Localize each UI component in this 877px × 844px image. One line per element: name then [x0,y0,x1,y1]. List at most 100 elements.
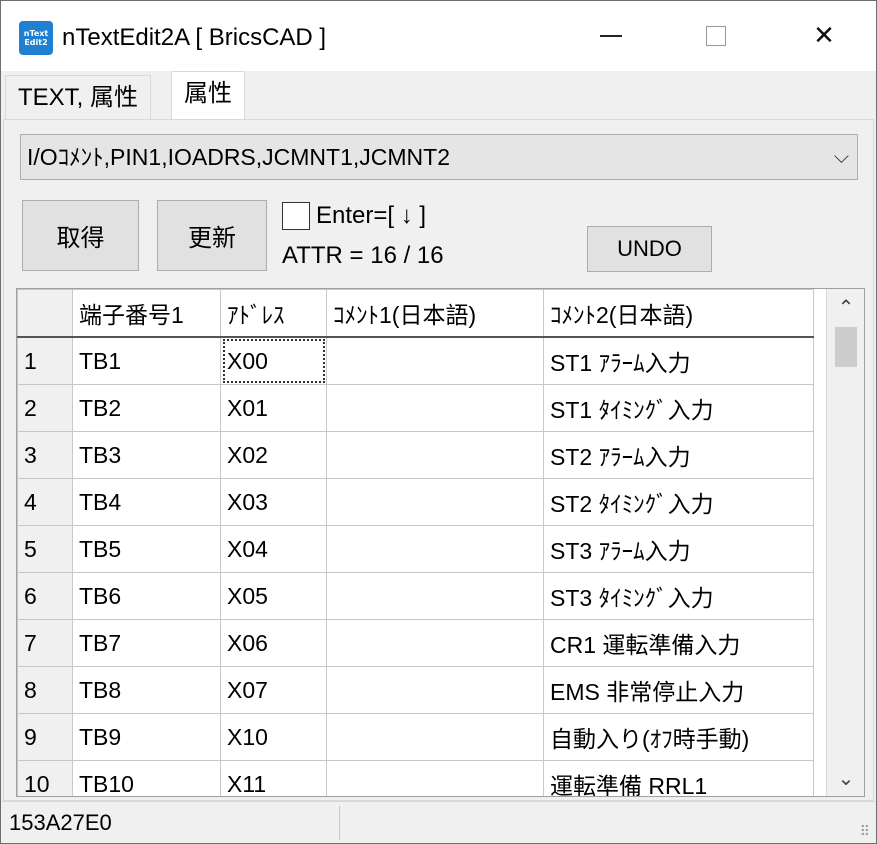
col-header-pin[interactable]: 端子番号1 [72,289,221,338]
grid-scrollbar[interactable]: ⌃ ⌄ [826,289,864,796]
comment1-cell[interactable] [326,572,544,620]
attributes-panel: I/Oｺﾒﾝﾄ,PIN1,IOADRS,JCMNT1,JCMNT2 ⌵ 取得 更… [3,119,874,801]
undo-button[interactable]: UNDO [587,226,712,272]
address-cell[interactable]: X02 [220,431,327,479]
close-button[interactable]: ✕ [774,1,874,71]
maximize-button[interactable] [666,1,766,71]
pin-cell[interactable]: TB6 [72,572,221,620]
table-row[interactable]: 6 TB6 X05 ST3 ﾀｲﾐﾝｸﾞ入力 [17,572,814,620]
address-cell[interactable]: X03 [220,478,327,526]
row-number-cell[interactable]: 2 [17,384,73,432]
status-text: 153A27E0 [9,810,112,835]
col-header-comment1[interactable]: ｺﾒﾝﾄ1(日本語) [326,289,544,338]
table-row[interactable]: 3 TB3 X02 ST2 ｱﾗｰﾑ入力 [17,431,814,479]
scroll-up-icon[interactable]: ⌃ [827,289,864,325]
comment1-cell[interactable] [326,336,544,385]
address-cell[interactable]: X11 [220,760,327,796]
table-row[interactable]: 10 TB10 X11 運転準備 RRL1 [17,760,814,796]
scroll-thumb[interactable] [835,327,857,367]
table-row[interactable]: 9 TB9 X10 自動入り(ｵﾌ時手動) [17,713,814,761]
comment2-cell[interactable]: CR1 運転準備入力 [543,619,814,667]
tab-attributes[interactable]: 属性 [171,71,245,120]
row-number-cell[interactable]: 4 [17,478,73,526]
attr-count: ATTR = 16 / 16 [282,242,444,269]
minimize-button[interactable] [561,1,661,71]
title-bar[interactable]: nText Edit2 nTextEdit2A [ BricsCAD ] ✕ [1,1,876,71]
row-number-cell[interactable]: 10 [17,760,73,796]
comment2-cell[interactable]: ST2 ｱﾗｰﾑ入力 [543,431,814,479]
address-cell[interactable]: X00 [220,336,327,385]
address-cell[interactable]: X05 [220,572,327,620]
comment1-cell[interactable] [326,619,544,667]
comment1-cell[interactable] [326,666,544,714]
grid-body: 1 TB1 X00 ST1 ｱﾗｰﾑ入力 2 TB2 X01 ST1 ﾀｲﾐﾝｸﾞ入力 3 TB3… [17,336,814,796]
table-row[interactable]: 8 TB8 X07 EMS 非常停止入力 [17,666,814,714]
col-header-address[interactable]: ｱﾄﾞﾚｽ [220,289,327,338]
row-number-cell[interactable]: 8 [17,666,73,714]
tab-text-attributes[interactable]: TEXT, 属性 [5,75,152,120]
row-number-cell[interactable]: 6 [17,572,73,620]
table-row[interactable]: 2 TB2 X01 ST1 ﾀｲﾐﾝｸﾞ入力 [17,384,814,432]
comment1-cell[interactable] [326,760,544,796]
comment2-cell[interactable]: ST3 ﾀｲﾐﾝｸﾞ入力 [543,572,814,620]
pin-cell[interactable]: TB3 [72,431,221,479]
comment2-cell[interactable]: 自動入り(ｵﾌ時手動) [543,713,814,761]
table-row[interactable]: 5 TB5 X04 ST3 ｱﾗｰﾑ入力 [17,525,814,573]
address-cell[interactable]: X10 [220,713,327,761]
minimize-icon [600,35,622,37]
pin-cell[interactable]: TB7 [72,619,221,667]
scroll-down-icon[interactable]: ⌄ [827,760,864,796]
grid-corner-header[interactable] [17,289,73,338]
pin-cell[interactable]: TB9 [72,713,221,761]
attribute-set-dropdown[interactable]: I/Oｺﾒﾝﾄ,PIN1,IOADRS,JCMNT1,JCMNT2 ⌵ [20,134,858,180]
comment2-cell[interactable]: ST1 ｱﾗｰﾑ入力 [543,336,814,385]
comment1-cell[interactable] [326,478,544,526]
row-number-cell[interactable]: 1 [17,336,73,385]
close-icon: ✕ [813,21,835,51]
resize-grip-icon[interactable]: ⠿ [860,824,870,840]
comment1-cell[interactable] [326,525,544,573]
comment1-cell[interactable] [326,431,544,479]
enter-checkbox[interactable] [282,202,310,230]
status-bar: 153A27E0 ⠿ [1,801,876,843]
update-button[interactable]: 更新 [157,200,267,271]
table-row[interactable]: 4 TB4 X03 ST2 ﾀｲﾐﾝｸﾞ入力 [17,478,814,526]
comment2-cell[interactable]: 運転準備 RRL1 [543,760,814,796]
pin-cell[interactable]: TB1 [72,336,221,385]
tab-strip: TEXT, 属性 属性 [1,71,876,120]
row-number-cell[interactable]: 5 [17,525,73,573]
table-row[interactable]: 1 TB1 X00 ST1 ｱﾗｰﾑ入力 [17,336,814,385]
address-cell[interactable]: X04 [220,525,327,573]
get-button[interactable]: 取得 [22,200,139,271]
pin-cell[interactable]: TB5 [72,525,221,573]
row-number-cell[interactable]: 9 [17,713,73,761]
app-icon: nText Edit2 [19,21,53,55]
comment2-cell[interactable]: ST3 ｱﾗｰﾑ入力 [543,525,814,573]
comment2-cell[interactable]: EMS 非常停止入力 [543,666,814,714]
address-cell[interactable]: X07 [220,666,327,714]
grid-header-row: 端子番号1 ｱﾄﾞﾚｽ ｺﾒﾝﾄ1(日本語) ｺﾒﾝﾄ2(日本語) [17,289,814,338]
table-row[interactable]: 7 TB7 X06 CR1 運転準備入力 [17,619,814,667]
comment1-cell[interactable] [326,384,544,432]
row-number-cell[interactable]: 7 [17,619,73,667]
pin-cell[interactable]: TB8 [72,666,221,714]
chevron-down-icon: ⌵ [833,146,849,168]
comment1-cell[interactable] [326,713,544,761]
attribute-grid[interactable]: 端子番号1 ｱﾄﾞﾚｽ ｺﾒﾝﾄ1(日本語) ｺﾒﾝﾄ2(日本語) 1 TB1 X0… [16,288,865,797]
row-number-cell[interactable]: 3 [17,431,73,479]
address-cell[interactable]: X01 [220,384,327,432]
pin-cell[interactable]: TB10 [72,760,221,796]
pin-cell[interactable]: TB4 [72,478,221,526]
comment2-cell[interactable]: ST1 ﾀｲﾐﾝｸﾞ入力 [543,384,814,432]
status-divider [339,806,340,840]
pin-cell[interactable]: TB2 [72,384,221,432]
app-icon-text-2: Edit2 [24,38,48,47]
window-title: nTextEdit2A [ BricsCAD ] [62,24,327,51]
dropdown-value: I/Oｺﾒﾝﾄ,PIN1,IOADRS,JCMNT1,JCMNT2 [27,144,450,170]
comment2-cell[interactable]: ST2 ﾀｲﾐﾝｸﾞ入力 [543,478,814,526]
enter-option[interactable]: Enter=[ ↓ ] [282,202,426,230]
col-header-comment2[interactable]: ｺﾒﾝﾄ2(日本語) [543,289,814,338]
app-window: nText Edit2 nTextEdit2A [ BricsCAD ] ✕ T… [0,0,877,844]
address-cell[interactable]: X06 [220,619,327,667]
attribute-table: 端子番号1 ｱﾄﾞﾚｽ ｺﾒﾝﾄ1(日本語) ｺﾒﾝﾄ2(日本語) 1 TB1 X0… [17,289,814,796]
